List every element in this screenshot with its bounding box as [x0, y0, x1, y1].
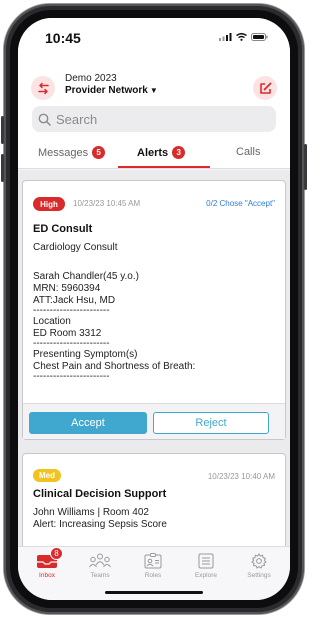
- settings-icon: [251, 553, 267, 569]
- org-name: Demo 2023: [65, 73, 117, 84]
- alert-line: Sarah Chandler(45 y.o.): [33, 271, 139, 282]
- teams-icon: [89, 553, 111, 568]
- nav-settings[interactable]: Settings: [234, 553, 284, 579]
- alert-line: Location: [33, 316, 71, 327]
- compose-button[interactable]: [253, 76, 277, 100]
- switch-org-button[interactable]: [31, 76, 55, 100]
- alert-title: Clinical Decision Support: [33, 488, 167, 500]
- card-actions: Accept Reject: [23, 403, 285, 439]
- alert-time: 10/23/23 10:40 AM: [207, 472, 275, 481]
- tab-alerts[interactable]: Alerts 3: [137, 146, 186, 159]
- alerts-badge: 3: [172, 146, 186, 159]
- tab-label: Calls: [236, 146, 261, 158]
- alert-line: John Williams | Room 402: [33, 507, 149, 518]
- tab-messages[interactable]: Messages 5: [38, 146, 106, 159]
- caret-down-icon: ▼: [149, 86, 158, 95]
- search-input[interactable]: Search: [32, 106, 276, 132]
- active-tab-indicator: [118, 166, 210, 168]
- wifi-icon: [236, 33, 247, 41]
- bottom-nav: 8 Inbox Teams Roles Explore Settings: [18, 546, 290, 600]
- nav-inbox[interactable]: 8 Inbox: [22, 547, 72, 579]
- alert-line: MRN: 5960394: [33, 283, 101, 294]
- header: Demo 2023 Provider Network ▼ Search: [18, 54, 290, 149]
- status-bar: 10:45: [18, 18, 290, 54]
- alert-card[interactable]: Med 10/23/23 10:40 AM Clinical Decision …: [22, 453, 286, 546]
- messages-badge: 5: [92, 146, 106, 159]
- tab-calls[interactable]: Calls: [236, 146, 260, 158]
- bezel: 10:45 Demo 2023 Provider Network ▼ Searc…: [10, 10, 298, 608]
- nav-label: Explore: [194, 572, 218, 579]
- alert-time: 10/23/23 10:45 AM: [73, 199, 141, 208]
- screen: 10:45 Demo 2023 Provider Network ▼ Searc…: [18, 18, 290, 600]
- explore-icon: [198, 553, 214, 569]
- alert-line: Cardiology Consult: [33, 242, 118, 253]
- alert-separator: -----------------------: [33, 338, 110, 349]
- nav-explore[interactable]: Explore: [181, 553, 231, 579]
- roles-icon: [144, 553, 162, 569]
- alert-line: Presenting Symptom(s): [33, 349, 138, 360]
- alert-line: Alert: Increasing Sepsis Score: [33, 519, 167, 530]
- tab-bar: Messages 5 Alerts 3 Calls: [18, 141, 290, 169]
- nav-label: Teams: [90, 572, 110, 579]
- nav-label: Inbox: [39, 572, 55, 579]
- nav-label: Settings: [247, 572, 271, 579]
- tab-label: Alerts: [137, 146, 169, 159]
- tab-label: Messages: [38, 146, 89, 159]
- accept-button[interactable]: Accept: [29, 412, 147, 434]
- accept-status[interactable]: 0/2 Chose "Accept": [206, 199, 275, 208]
- alert-separator: -----------------------: [33, 371, 110, 382]
- volume-down-button: [1, 154, 4, 182]
- alert-card[interactable]: High 10/23/23 10:45 AM 0/2 Chose "Accept…: [22, 180, 286, 440]
- priority-badge: High: [33, 197, 65, 211]
- nav-label: Roles: [144, 572, 162, 579]
- network-label: Provider Network: [65, 85, 148, 96]
- alert-title: ED Consult: [33, 223, 93, 235]
- home-indicator[interactable]: [105, 591, 203, 594]
- battery-icon: [251, 33, 268, 41]
- status-time: 10:45: [45, 30, 81, 46]
- priority-badge: Med: [33, 469, 61, 482]
- power-button: [304, 144, 307, 190]
- network-selector[interactable]: Provider Network ▼: [65, 85, 158, 96]
- volume-up-button: [1, 116, 4, 144]
- nav-teams[interactable]: Teams: [75, 553, 125, 579]
- reject-button[interactable]: Reject: [153, 412, 269, 434]
- search-placeholder: Search: [56, 111, 98, 127]
- nav-roles[interactable]: Roles: [128, 553, 178, 579]
- signal-icon: [219, 33, 232, 41]
- phone-frame: 10:45 Demo 2023 Provider Network ▼ Searc…: [1, 4, 307, 614]
- compose-icon: [259, 82, 271, 94]
- swap-arrows-icon: [37, 82, 49, 94]
- alert-list[interactable]: High 10/23/23 10:45 AM 0/2 Chose "Accept…: [18, 170, 290, 546]
- status-icons: [219, 33, 268, 41]
- inbox-badge: 8: [50, 547, 63, 560]
- search-icon: [38, 113, 51, 126]
- alert-separator: -----------------------: [33, 305, 110, 316]
